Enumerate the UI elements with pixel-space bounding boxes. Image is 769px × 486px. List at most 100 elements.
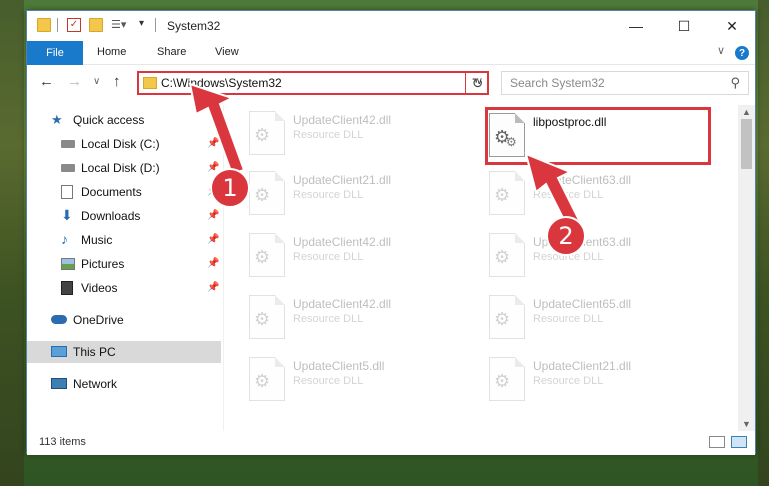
search-placeholder: Search System32 <box>510 76 605 90</box>
close-button[interactable]: ✕ <box>709 11 755 41</box>
vertical-scrollbar[interactable]: ▲ ▼ <box>738 105 755 431</box>
search-input[interactable]: Search System32 ⚲ <box>501 71 749 95</box>
network-icon <box>51 378 67 389</box>
properties-icon[interactable]: ✓ <box>67 18 81 32</box>
scroll-down-icon[interactable]: ▼ <box>742 419 751 429</box>
gear-icon: ⚙ <box>254 247 271 267</box>
separator <box>57 18 58 32</box>
refresh-button[interactable]: ↻ <box>465 71 489 95</box>
sidebar-item-music[interactable]: ♪ Music 📌 <box>27 229 221 251</box>
scroll-thumb[interactable] <box>741 119 752 169</box>
back-button[interactable]: ← <box>39 73 54 90</box>
expand-ribbon-icon[interactable]: ∨ <box>717 44 725 57</box>
pin-icon[interactable]: 📌 <box>207 138 219 149</box>
pane-splitter[interactable] <box>223 105 224 431</box>
sidebar-item-this-pc[interactable]: This PC <box>27 341 221 363</box>
step-marker-1: 1 <box>210 168 250 208</box>
folder-icon <box>37 18 51 32</box>
sidebar-item-label: Documents <box>81 185 142 199</box>
star-icon: ★ <box>51 112 63 127</box>
file-name: UpdateClient63.dll <box>533 173 632 187</box>
gear-icon: ⚙ <box>254 371 271 391</box>
file-type: Resource DLL <box>533 375 604 387</box>
cloud-icon <box>51 315 67 324</box>
file-type: Resource DLL <box>293 129 364 141</box>
sidebar-item-label: OneDrive <box>73 313 124 327</box>
background-tree <box>0 0 24 486</box>
scroll-up-icon[interactable]: ▲ <box>742 107 751 117</box>
gear-icon: ⚙ <box>494 371 511 391</box>
file-type: Resource DLL <box>293 251 364 263</box>
separator <box>155 18 156 32</box>
dll-file-icon: ⚙ <box>489 295 525 339</box>
help-icon[interactable]: ? <box>735 46 749 60</box>
new-folder-icon[interactable] <box>89 18 103 32</box>
step-marker-2: 2 <box>546 216 586 256</box>
file-highlight-box <box>485 107 711 165</box>
minimize-button[interactable]: — <box>613 11 659 41</box>
file-type: Resource DLL <box>533 313 604 325</box>
videos-icon <box>61 281 73 295</box>
sidebar-item-downloads[interactable]: ⬇ Downloads 📌 <box>27 205 221 227</box>
sidebar-item-pictures[interactable]: Pictures 📌 <box>27 253 221 275</box>
file-item[interactable]: ⚙ UpdateClient5.dll Resource DLL <box>243 353 473 409</box>
maximize-button[interactable]: ☐ <box>661 11 707 41</box>
large-icons-view-icon[interactable] <box>731 436 747 448</box>
dll-file-icon: ⚙ <box>249 171 285 215</box>
file-item[interactable]: ⚙ UpdateClient65.dll Resource DLL <box>483 291 713 347</box>
sidebar-item-documents[interactable]: Documents 📌 <box>27 181 221 203</box>
dll-file-icon: ⚙ <box>249 111 285 155</box>
file-explorer-window: ✓ ☰▾ ▾ System32 — ☐ ✕ File Home Share Vi… <box>26 10 756 455</box>
file-name: UpdateClient21.dll <box>293 173 392 187</box>
sidebar-item-local-disk-c[interactable]: Local Disk (C:) 📌 <box>27 133 221 155</box>
gear-icon: ⚙ <box>254 125 271 145</box>
pin-icon[interactable]: 📌 <box>207 282 219 293</box>
file-name: UpdateClient21.dll <box>533 359 632 373</box>
sidebar-item-label: Pictures <box>81 257 125 271</box>
pin-icon[interactable]: 📌 <box>207 258 219 269</box>
sidebar-item-onedrive[interactable]: OneDrive <box>27 309 221 331</box>
pin-icon[interactable]: 📌 <box>207 210 219 221</box>
sidebar-item-label: Local Disk (C:) <box>81 137 160 151</box>
sidebar-item-label: Videos <box>81 281 118 295</box>
gear-icon: ⚙ <box>254 309 271 329</box>
file-item[interactable]: ⚙ UpdateClient42.dll Resource DLL <box>243 229 473 285</box>
sidebar-item-label: Network <box>73 377 118 391</box>
sidebar-item-network[interactable]: Network <box>27 373 221 395</box>
quick-access-dropdown-icon[interactable]: ▾ <box>139 18 153 32</box>
up-button[interactable]: ↑ <box>113 73 121 90</box>
search-icon[interactable]: ⚲ <box>730 75 740 91</box>
customize-icon[interactable]: ☰▾ <box>111 18 129 32</box>
details-view-icon[interactable] <box>709 436 725 448</box>
file-item[interactable]: ⚙ UpdateClient63.dll Resource DLL <box>483 167 713 223</box>
pin-icon[interactable]: 📌 <box>207 234 219 245</box>
file-item[interactable]: ⚙ UpdateClient42.dll Resource DLL <box>243 107 473 163</box>
documents-icon <box>61 185 73 199</box>
sidebar-item-local-disk-d[interactable]: Local Disk (D:) 📌 <box>27 157 221 179</box>
recent-locations-button[interactable]: ∨ <box>93 76 100 87</box>
tab-file[interactable]: File <box>27 41 83 65</box>
address-path[interactable]: C:\Windows\System32 <box>161 76 282 90</box>
file-type: Resource DLL <box>293 313 364 325</box>
file-name: UpdateClient42.dll <box>293 235 392 249</box>
gear-icon: ⚙ <box>254 185 271 205</box>
sidebar-item-videos[interactable]: Videos 📌 <box>27 277 221 299</box>
dll-file-icon: ⚙ <box>489 171 525 215</box>
sidebar-item-label: Music <box>81 233 113 247</box>
window-title: System32 <box>167 19 221 33</box>
file-item[interactable]: ⚙ UpdateClient63.dll Resource DLL <box>483 229 713 285</box>
drive-icon <box>61 140 75 148</box>
tab-view[interactable]: View <box>215 46 239 58</box>
forward-button[interactable]: → <box>67 73 82 90</box>
address-bar[interactable]: C:\Windows\System32 ∨ <box>137 71 489 95</box>
sidebar-item-label: Quick access <box>73 113 145 127</box>
tab-home[interactable]: Home <box>97 46 126 58</box>
file-name: UpdateClient42.dll <box>293 297 392 311</box>
file-item[interactable]: ⚙ UpdateClient21.dll Resource DLL <box>243 167 473 223</box>
file-item[interactable]: ⚙ UpdateClient21.dll Resource DLL <box>483 353 713 409</box>
file-item[interactable]: ⚙ UpdateClient42.dll Resource DLL <box>243 291 473 347</box>
sidebar-item-label: Downloads <box>81 209 141 223</box>
tab-share[interactable]: Share <box>157 46 186 58</box>
sidebar-item-label: Local Disk (D:) <box>81 161 160 175</box>
sidebar-item-quick-access[interactable]: ★ Quick access <box>27 109 221 131</box>
